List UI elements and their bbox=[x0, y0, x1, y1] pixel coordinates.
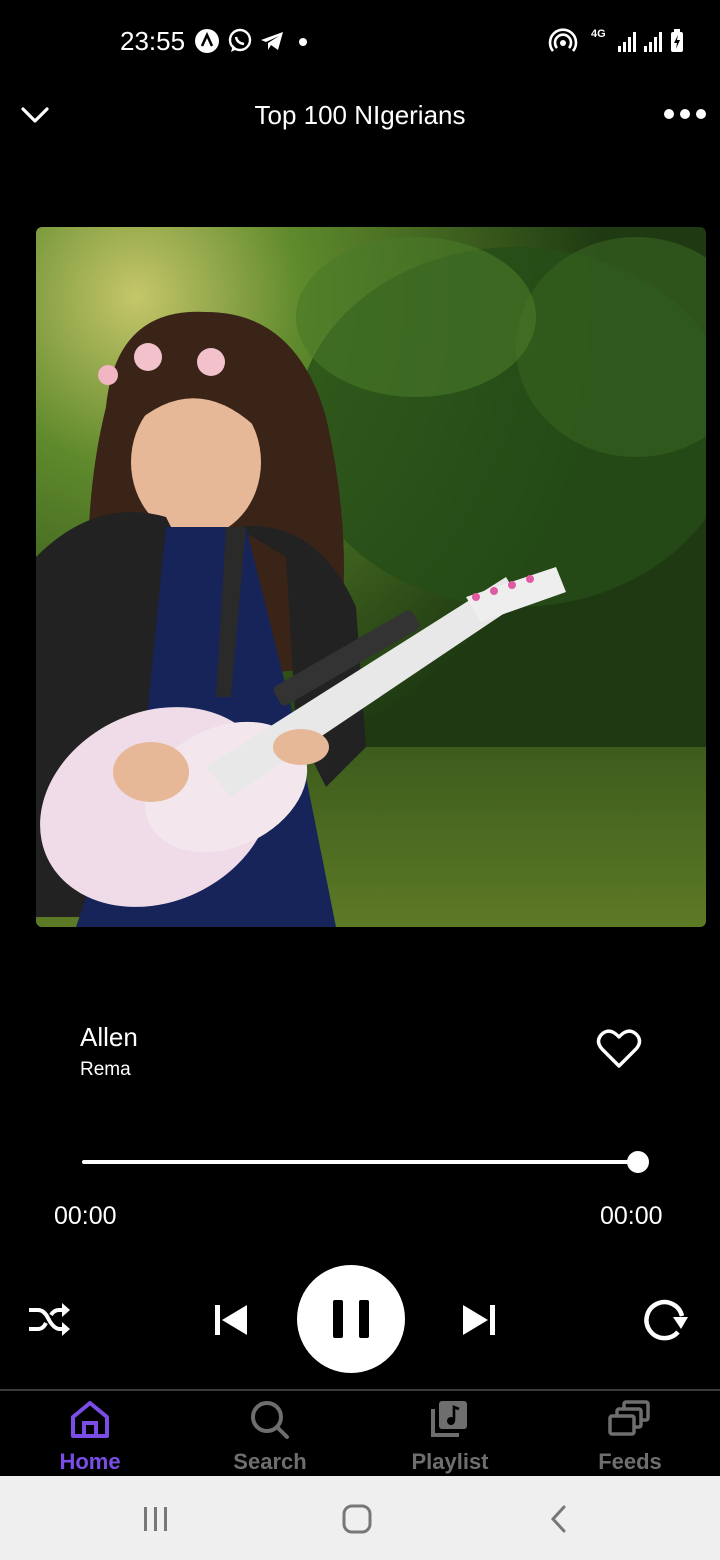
heart-icon[interactable] bbox=[596, 1028, 642, 1070]
song-artist: Rema bbox=[80, 1059, 131, 1080]
battery-charging-icon bbox=[671, 29, 683, 52]
shuffle-icon[interactable] bbox=[26, 1298, 72, 1342]
duration-time: 00:00 bbox=[600, 1202, 663, 1230]
whatsapp-icon bbox=[228, 28, 252, 52]
skip-previous-icon[interactable] bbox=[212, 1302, 250, 1338]
home-button-icon[interactable] bbox=[336, 1504, 376, 1534]
more-options-icon[interactable] bbox=[662, 104, 708, 124]
status-time: 23:55 bbox=[120, 26, 186, 56]
pause-icon bbox=[333, 1300, 369, 1338]
feeds-icon bbox=[608, 1400, 650, 1436]
recent-apps-icon[interactable] bbox=[136, 1504, 176, 1534]
nav-feeds[interactable]: Feeds bbox=[540, 1391, 720, 1478]
album-artwork bbox=[36, 227, 706, 927]
hotspot-icon bbox=[548, 28, 578, 52]
nav-home-label: Home bbox=[59, 1449, 121, 1474]
playlist-icon bbox=[431, 1401, 467, 1437]
network-type-label: 4G bbox=[591, 28, 606, 40]
back-icon[interactable] bbox=[540, 1504, 580, 1534]
repeat-icon[interactable] bbox=[640, 1296, 690, 1344]
telegram-icon bbox=[261, 32, 283, 50]
elapsed-time: 00:00 bbox=[54, 1202, 117, 1230]
progress-thumb[interactable] bbox=[627, 1151, 649, 1173]
nav-search[interactable]: Search bbox=[180, 1391, 360, 1478]
notification-dot-icon bbox=[299, 38, 307, 46]
app-notification-icon bbox=[195, 29, 219, 53]
song-title: Allen bbox=[80, 1022, 138, 1052]
nav-home[interactable]: Home bbox=[0, 1391, 180, 1478]
signal-2-icon bbox=[644, 32, 662, 52]
pause-button[interactable] bbox=[297, 1265, 405, 1373]
nav-feeds-label: Feeds bbox=[598, 1449, 662, 1474]
nav-playlist[interactable]: Playlist bbox=[360, 1391, 540, 1478]
progress-track[interactable] bbox=[82, 1160, 638, 1164]
skip-next-icon[interactable] bbox=[460, 1302, 498, 1338]
playlist-title: Top 100 NIgerians bbox=[254, 100, 466, 130]
system-navigation-bar bbox=[0, 1476, 720, 1560]
status-bar: 23:55 4G bbox=[0, 0, 720, 80]
signal-1-icon bbox=[618, 32, 636, 52]
nav-playlist-label: Playlist bbox=[411, 1449, 489, 1474]
nav-search-label: Search bbox=[233, 1449, 307, 1474]
search-icon bbox=[251, 1401, 289, 1439]
home-icon bbox=[71, 1401, 109, 1438]
bottom-navigation: Home Search Playlist Feeds bbox=[0, 1389, 720, 1478]
